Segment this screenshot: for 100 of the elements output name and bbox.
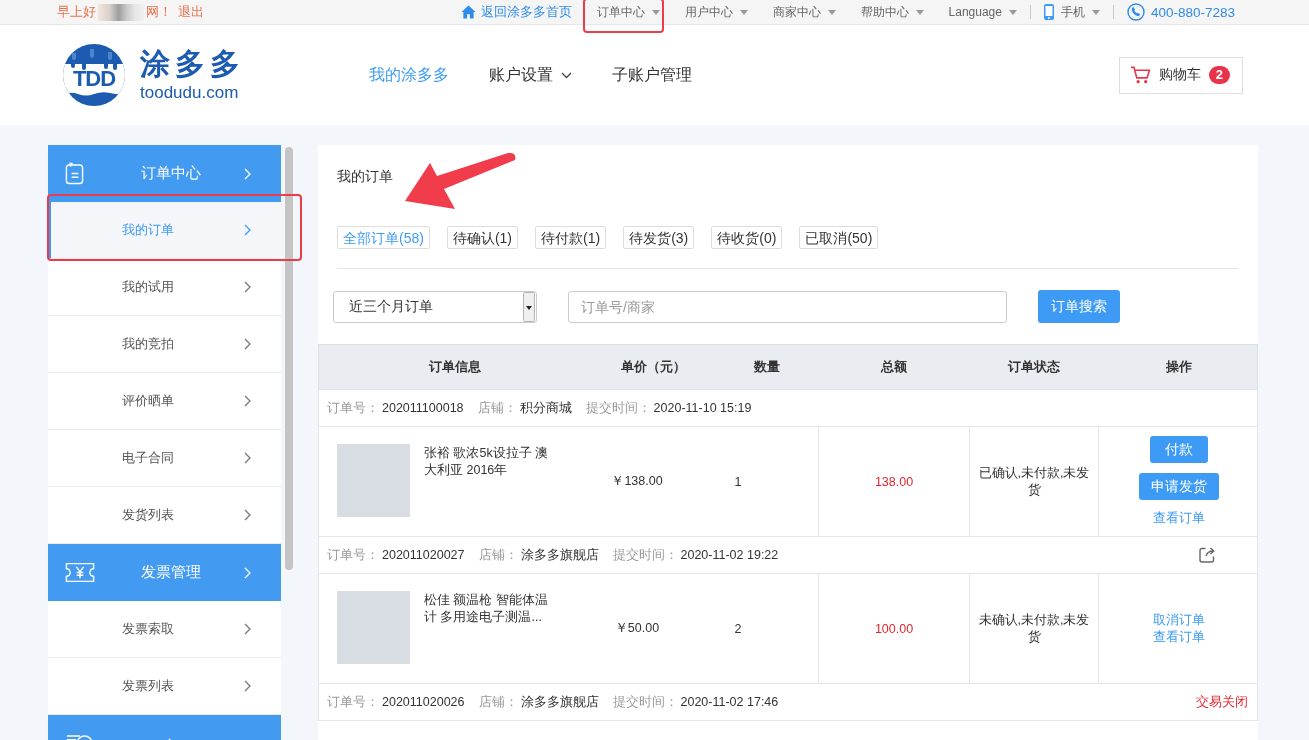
field-label: 提交时间：: [585, 400, 651, 415]
field-label: 提交时间：: [612, 547, 678, 562]
search-field[interactable]: 订单号/商家: [568, 290, 1007, 323]
unit-price: ￥50.00: [614, 620, 660, 637]
caret-icon: [1008, 9, 1017, 15]
field-value: 202011100018: [382, 400, 464, 415]
field-label: 订单号：: [327, 694, 379, 709]
caret-icon: [827, 9, 836, 15]
share-icon[interactable]: [1198, 546, 1216, 564]
field-value: 2020-11-02 17:46: [680, 694, 779, 709]
redacted-block: [98, 3, 144, 21]
sidebar-section-header[interactable]: 订单中心: [48, 145, 281, 202]
product-name: 松佳 额温枪 智能体温计 多用途电子测温...: [424, 592, 549, 626]
field-value: 涂多多旗舰店: [520, 547, 599, 562]
hotline-number: 400-880-7283: [1150, 4, 1235, 20]
order-status: 未确认,未付款,未发货: [977, 611, 1091, 646]
home-link[interactable]: 返回涂多多首页: [460, 3, 572, 21]
order-state-note: 交易关闭: [1196, 693, 1248, 711]
column-header: 数量: [754, 358, 780, 376]
filter-tab[interactable]: 待付款(1): [535, 226, 607, 249]
filter-tab[interactable]: 待发货(3): [623, 226, 695, 249]
column-header: 单价（元）: [621, 358, 686, 376]
cart-button[interactable]: 购物车 2: [1118, 56, 1243, 94]
menu-link[interactable]: Language: [948, 0, 1017, 24]
mobile-link[interactable]: 手机: [1043, 0, 1100, 24]
filter-tab[interactable]: 待收货(0): [711, 226, 783, 249]
field-label: 店铺：: [478, 547, 518, 562]
field-value: 积分商城: [519, 400, 572, 415]
page-title: 我的订单: [337, 167, 393, 185]
field-label: 订单号：: [327, 547, 379, 562]
quantity: 2: [734, 621, 742, 636]
total-amount: 100.00: [874, 621, 914, 636]
chevron-right-icon: [243, 281, 251, 293]
nav-link[interactable]: 我的涂多多: [369, 64, 449, 86]
menu-link[interactable]: 商家中心: [772, 0, 836, 24]
order-action-button[interactable]: 申请发货: [1139, 473, 1219, 500]
caret-icon: [1091, 9, 1100, 15]
field-label: 订单号：: [327, 400, 379, 415]
cart-icon: [1129, 66, 1151, 84]
chevron-right-icon: [243, 452, 251, 464]
nav-link[interactable]: 账户设置: [489, 64, 572, 86]
quantity: 1: [734, 474, 742, 489]
column-header: 操作: [1165, 358, 1192, 376]
sidebar-item[interactable]: 发票列表: [48, 658, 281, 715]
column-header: 订单状态: [1007, 358, 1060, 376]
sidebar-item[interactable]: 我的竞拍: [48, 316, 281, 373]
product-name: 张裕 歌浓5k设拉子 澳大利亚 2016年: [424, 445, 550, 479]
home-icon: [460, 5, 476, 19]
order-status: 已确认,未付款,未发货: [977, 464, 1091, 499]
menu-link[interactable]: 订单中心: [596, 0, 660, 24]
sidebar-item[interactable]: 我的试用: [48, 259, 281, 316]
chevron-right-icon: [243, 680, 251, 692]
field-value: 涂多多旗舰店: [520, 694, 599, 709]
caret-icon: [915, 9, 924, 15]
field-value: 202011020026: [382, 694, 465, 709]
menu-link[interactable]: 帮助中心: [860, 0, 924, 24]
chevron-right-icon: [243, 623, 251, 635]
sidebar-item[interactable]: 电子合同: [48, 430, 281, 487]
greeting-text: 早上好: [57, 3, 96, 21]
column-header: 总额: [880, 358, 907, 376]
unit-price: ￥138.00: [611, 473, 663, 490]
ticket-icon: [65, 562, 95, 583]
logo-initials: TDD: [72, 68, 116, 90]
period-select[interactable]: 近三个月订单: [333, 290, 537, 323]
sidebar-item[interactable]: 发票索取: [48, 601, 281, 658]
scrollbar-thumb[interactable]: [285, 147, 293, 570]
search-button[interactable]: 订单搜索: [1038, 290, 1120, 323]
chevron-right-icon: [243, 566, 251, 579]
sidebar-section-header[interactable]: 发票管理: [48, 544, 281, 601]
chevron-right-icon: [243, 224, 251, 236]
cart-count-badge: 2: [1208, 66, 1230, 84]
order-action-button[interactable]: 付款: [1150, 436, 1208, 463]
menu-link[interactable]: 用户中心: [684, 0, 748, 24]
field-label: 店铺：: [478, 694, 518, 709]
field-value: 2020-11-02 19:22: [680, 547, 779, 562]
logout-link[interactable]: 退出: [178, 3, 204, 21]
sidebar-item[interactable]: 发货列表: [48, 487, 281, 544]
order-action-link[interactable]: 查看订单: [1153, 510, 1205, 527]
chevron-right-icon: [243, 509, 251, 521]
filter-tab[interactable]: 全部订单(58): [337, 226, 430, 249]
column-header: 订单信息: [429, 358, 481, 376]
chevron-right-icon: [243, 338, 251, 350]
field-label: 提交时间：: [612, 694, 678, 709]
filter-tab[interactable]: 已取消(50): [799, 226, 879, 249]
order-action-link[interactable]: 查看订单: [1153, 628, 1205, 646]
logo-name: 涂多多: [140, 49, 245, 79]
chevron-right-icon: [243, 395, 251, 407]
sidebar-item[interactable]: 评价晒单: [48, 373, 281, 430]
mobile-phone-icon: [1043, 4, 1054, 20]
total-amount: 138.00: [874, 474, 914, 489]
nav-link[interactable]: 子账户管理: [612, 64, 692, 86]
order-action-link[interactable]: 取消订单: [1153, 611, 1205, 629]
greeting-text: 网！: [146, 3, 172, 21]
caret-icon: [739, 9, 748, 15]
filter-tab[interactable]: 待确认(1): [446, 226, 519, 249]
caret-icon: [651, 9, 660, 15]
chevron-right-icon: [243, 167, 251, 180]
field-value: 2020-11-10 15:19: [653, 400, 752, 415]
field-label: 店铺：: [477, 400, 517, 415]
logo-domain: toodudu.com: [140, 84, 240, 101]
